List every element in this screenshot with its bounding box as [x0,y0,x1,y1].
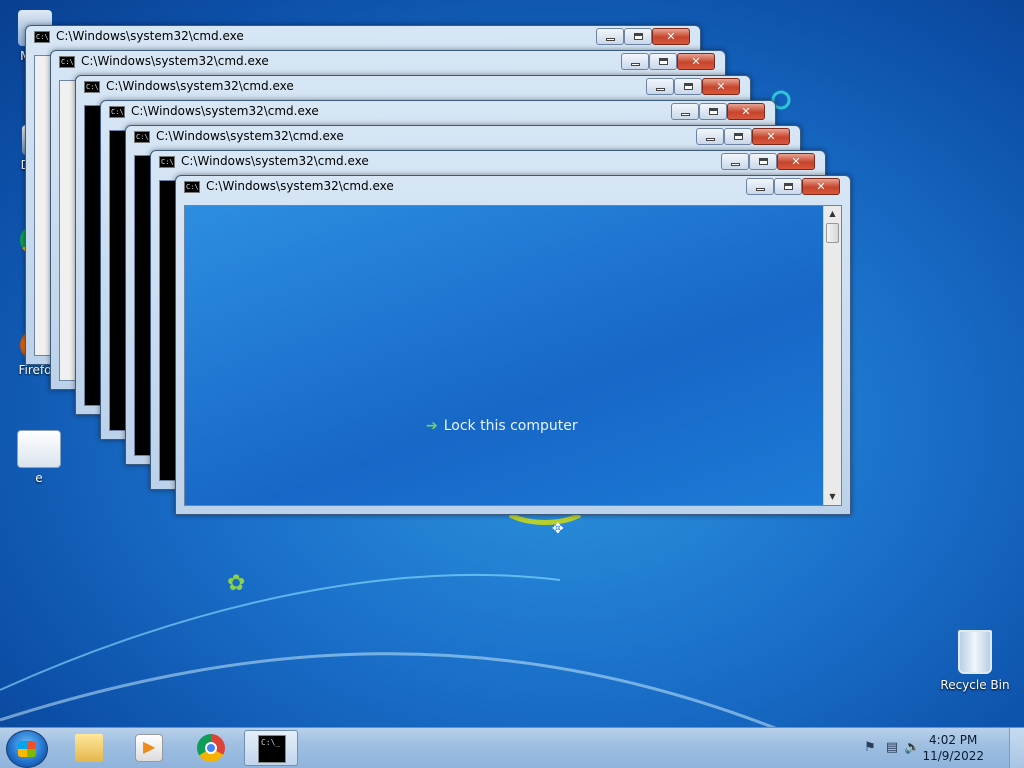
window-title: C:\Windows\system32\cmd.exe [181,154,369,168]
close-button[interactable] [802,178,840,195]
start-button[interactable] [6,730,48,768]
minimize-button[interactable] [671,103,699,120]
minimize-button[interactable] [646,78,674,95]
clock-date: 11/9/2022 [922,749,984,763]
taskbar: C:\_ ⚑ ▤ 🔊 4:02 PM 11/9/2022 [0,727,1024,768]
maximize-button[interactable] [624,28,652,45]
svg-text:✿: ✿ [227,571,245,596]
window-title: C:\Windows\system32\cmd.exe [131,104,319,118]
lock-this-computer-link[interactable]: ➔ Lock this computer [426,418,578,434]
taskbar-chrome-button[interactable] [184,730,238,766]
window-title: C:\Windows\system32\cmd.exe [56,29,244,43]
window-title: C:\Windows\system32\cmd.exe [206,179,394,193]
chrome-icon [197,734,225,762]
vertical-scrollbar[interactable]: ▲ ▼ [823,206,841,505]
title-bar[interactable]: C:\ C:\Windows\system32\cmd.exe [26,26,700,48]
clock-time: 4:02 PM [929,733,978,747]
scroll-down-arrow-icon[interactable]: ▼ [824,489,841,505]
svg-text:✥: ✥ [552,521,564,537]
cmd-window-7[interactable]: C:\ C:\Windows\system32\cmd.exe ▲ ▼ [175,175,851,515]
close-button[interactable] [702,78,740,95]
recycle-bin-icon [958,630,992,674]
minimize-button[interactable] [721,153,749,170]
title-bar[interactable]: C:\ C:\Windows\system32\cmd.exe [176,176,850,198]
maximize-button[interactable] [724,128,752,145]
volume-icon[interactable]: 🔊 [904,740,920,756]
console-area[interactable]: ▲ ▼ [184,205,842,506]
minimize-button[interactable] [696,128,724,145]
lock-text-label: Lock this computer [443,418,578,434]
show-desktop-button[interactable] [1009,728,1024,768]
desktop-icon-label: Recycle Bin [940,678,1010,692]
settings-gear-icon [17,430,61,468]
desktop-icon-label: e [35,471,43,485]
title-bar[interactable]: C:\ C:\Windows\system32\cmd.exe [101,101,775,123]
title-bar[interactable]: C:\ C:\Windows\system32\cmd.exe [76,76,750,98]
desktop-icon-settings[interactable]: e [4,430,74,485]
minimize-button[interactable] [621,53,649,70]
clock[interactable]: 4:02 PM 11/9/2022 [922,732,984,764]
network-icon[interactable]: ▤ [884,740,900,756]
taskbar-media-player-button[interactable] [122,730,176,766]
window-title: C:\Windows\system32\cmd.exe [106,79,294,93]
cmd-icon: C:\ [84,81,100,93]
close-button[interactable] [652,28,690,45]
scroll-thumb[interactable] [826,223,839,243]
taskbar-cmd-button[interactable]: C:\_ [244,730,298,766]
close-button[interactable] [777,153,815,170]
maximize-button[interactable] [699,103,727,120]
system-tray: ⚑ ▤ 🔊 4:02 PM 11/9/2022 [854,728,1024,768]
desktop-icon-recycle-bin[interactable]: Recycle Bin [940,630,1010,692]
folder-icon [75,734,103,762]
cmd-icon: C:\ [159,156,175,168]
maximize-button[interactable] [774,178,802,195]
arrow-right-icon: ➔ [426,418,438,434]
maximize-button[interactable] [674,78,702,95]
cmd-icon: C:\ [134,131,150,143]
title-bar[interactable]: C:\ C:\Windows\system32\cmd.exe [51,51,725,73]
title-bar[interactable]: C:\ C:\Windows\system32\cmd.exe [126,126,800,148]
close-button[interactable] [752,128,790,145]
action-center-flag-icon[interactable]: ⚑ [862,740,878,756]
taskbar-explorer-button[interactable] [62,730,116,766]
cmd-icon: C:\ [59,56,75,68]
cmd-icon: C:\ [184,181,200,193]
maximize-button[interactable] [749,153,777,170]
close-button[interactable] [727,103,765,120]
minimize-button[interactable] [746,178,774,195]
cmd-icon: C:\ [109,106,125,118]
scroll-up-arrow-icon[interactable]: ▲ [824,206,841,222]
close-button[interactable] [677,53,715,70]
maximize-button[interactable] [649,53,677,70]
title-bar[interactable]: C:\ C:\Windows\system32\cmd.exe [151,151,825,173]
minimize-button[interactable] [596,28,624,45]
cmd-icon: C:\ [34,31,50,43]
media-player-icon [135,734,163,762]
cmd-icon: C:\_ [258,735,286,763]
window-title: C:\Windows\system32\cmd.exe [156,129,344,143]
window-title: C:\Windows\system32\cmd.exe [81,54,269,68]
